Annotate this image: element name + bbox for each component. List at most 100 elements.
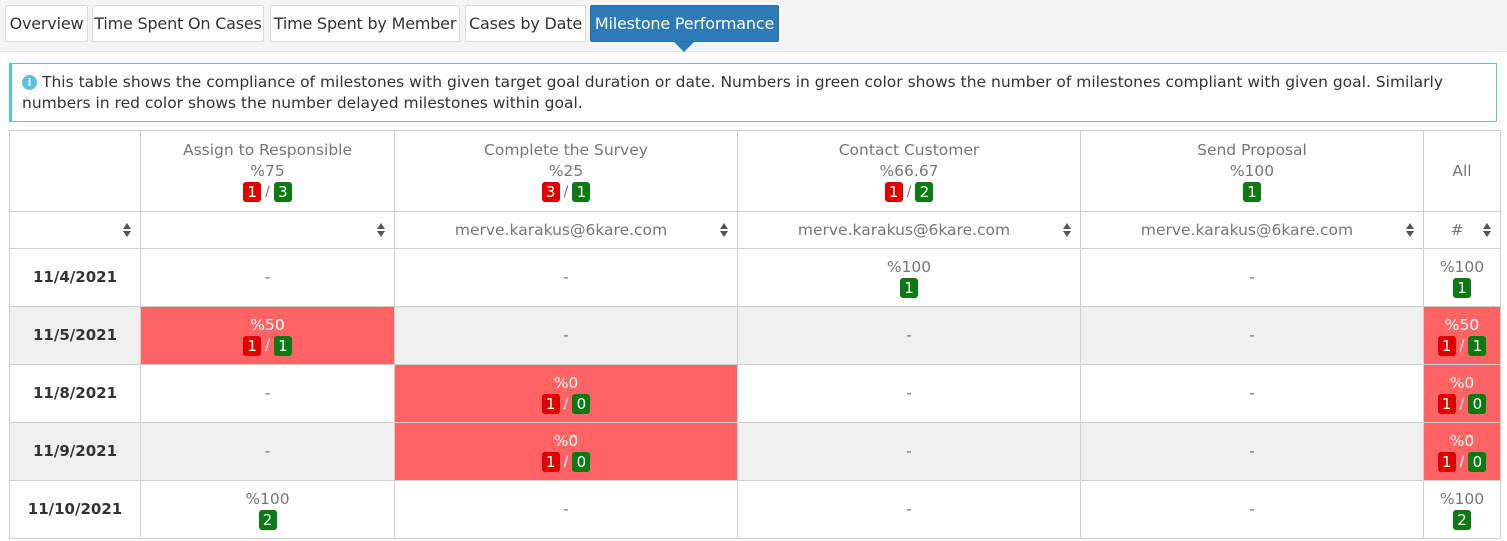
delayed-count-badge: 1 [1437,452,1456,472]
milestone-cell: - [140,248,395,307]
table-row: 11/4/2021 - - %100 1 - %100 1 [9,248,1501,307]
member-email: merve.karakus@6kare.com [454,220,668,239]
sort-header-contact-customer[interactable]: merve.karakus@6kare.com [737,211,1081,249]
milestone-cell: %0 1/0 [394,364,738,423]
sort-icon[interactable] [1406,222,1415,238]
empty-value: - [906,442,912,460]
compliant-count-badge: 2 [258,510,277,530]
milestone-cell: %100 1 [1423,248,1501,307]
cell-percent: %0 [1449,373,1475,392]
empty-value: - [1249,268,1255,286]
milestone-header-contact-customer: Contact Customer %66.67 1/2 [737,130,1081,212]
sort-icon[interactable] [720,222,729,238]
milestone-cell: - [737,364,1081,423]
compliant-count-badge: 0 [572,452,591,472]
row-date: 11/8/2021 [9,364,141,423]
milestone-cell: %50 1/1 [1423,306,1501,365]
milestone-percent: %100 [1229,161,1275,180]
sort-header-assign-to-responsible[interactable] [140,211,395,249]
sort-icon[interactable] [123,222,132,238]
row-date: 11/4/2021 [9,248,141,307]
milestone-cell: %100 2 [140,480,395,539]
report-tab-bar: Overview Time Spent On Cases Time Spent … [0,0,1507,52]
empty-value: - [906,326,912,344]
empty-value: - [1249,326,1255,344]
cell-percent: %0 [553,373,579,392]
milestone-cell: %100 1 [737,248,1081,307]
empty-value: - [563,268,569,286]
delayed-count-badge: 1 [1437,336,1456,356]
compliant-count-badge: 0 [572,394,591,414]
cell-percent: %100 [1439,489,1485,508]
milestone-cell: - [737,306,1081,365]
milestone-cell: %0 1/0 [1423,422,1501,481]
compliant-count-badge: 3 [273,182,292,202]
milestone-title: Complete the Survey [484,140,648,159]
milestone-cell: - [1080,422,1424,481]
cell-percent: %50 [250,315,285,334]
compliant-count-badge: 1 [900,278,918,298]
sort-header-complete-the-survey[interactable]: merve.karakus@6kare.com [394,211,738,249]
sort-header-all[interactable]: # [1423,211,1501,249]
milestone-title: Assign to Responsible [182,140,353,159]
table-row: 11/9/2021- %0 1/0- - %0 1/0 [9,422,1501,481]
active-tab-caret [674,42,694,52]
sort-header-send-proposal[interactable]: merve.karakus@6kare.com [1080,211,1424,249]
delayed-count-badge: 1 [541,452,560,472]
row-date: 11/5/2021 [9,306,141,365]
tab-overview[interactable]: Overview [5,5,88,42]
milestone-cell: - [394,248,738,307]
empty-value: - [1249,384,1255,402]
cell-percent: %100 [886,257,932,276]
milestone-percent: %25 [548,161,584,180]
milestone-header-send-proposal: Send Proposal %100 1 [1080,130,1424,212]
empty-value: - [1249,500,1255,518]
sort-header-date[interactable] [9,211,141,249]
compliant-count-badge: 1 [572,182,591,202]
table-row: 11/8/2021- %0 1/0- - %0 1/0 [9,364,1501,423]
milestone-cell: %0 1/0 [394,422,738,481]
empty-value: - [563,326,569,344]
cell-percent: %50 [1444,315,1480,334]
table-body: 11/4/2021- - %100 1- %100 1 11/5/2021 %50 1/1- - -… [9,248,1501,539]
delayed-count-badge: 1 [243,182,262,202]
tab-cases-by-date[interactable]: Cases by Date [465,5,586,42]
milestone-cell: - [140,364,395,423]
empty-value: - [264,268,271,286]
cell-percent: %100 [245,489,290,508]
milestone-cell: - [1080,306,1424,365]
milestone-cell: - [1080,248,1424,307]
milestone-cell: - [394,306,738,365]
empty-value: - [563,500,569,518]
milestone-title: Contact Customer [838,140,980,159]
tab-time-spent-on-cases[interactable]: Time Spent On Cases [92,5,264,42]
delayed-count-badge: 1 [243,336,262,356]
compliant-count-badge: 0 [1468,452,1487,472]
cell-percent: %0 [1449,431,1475,450]
milestone-cell: - [1080,480,1424,539]
compliant-count-badge: 1 [1243,182,1261,202]
sort-icon[interactable] [377,222,386,238]
empty-value: - [906,384,912,402]
header-corner-cell [9,130,141,212]
delayed-count-badge: 1 [1437,394,1456,414]
cell-percent: %0 [553,431,579,450]
milestone-performance-table: Assign to Responsible %75 1/3 Complete t… [9,130,1501,539]
table-row: 11/10/2021 %100 2 - - - %100 2 [9,480,1501,539]
row-date: 11/9/2021 [9,422,141,481]
sort-icon[interactable] [1063,222,1072,238]
delayed-count-badge: 1 [884,182,903,202]
member-email: merve.karakus@6kare.com [1140,220,1354,239]
milestone-cell: %0 1/0 [1423,364,1501,423]
member-filter-row: merve.karakus@6kare.com merve.karakus@6k… [9,211,1501,249]
tab-time-spent-by-member[interactable]: Time Spent by Member [270,5,460,42]
empty-value: - [264,384,271,402]
sort-icon[interactable] [1483,222,1492,238]
milestone-cell: %50 1/1 [140,306,395,365]
compliant-count-badge: 0 [1468,394,1487,414]
milestone-cell: - [737,422,1081,481]
compliant-count-badge: 1 [1468,336,1487,356]
milestone-header-all: All [1423,130,1501,212]
tab-milestone-performance[interactable]: Milestone Performance [590,5,779,42]
compliant-count-badge: 2 [1453,510,1471,530]
